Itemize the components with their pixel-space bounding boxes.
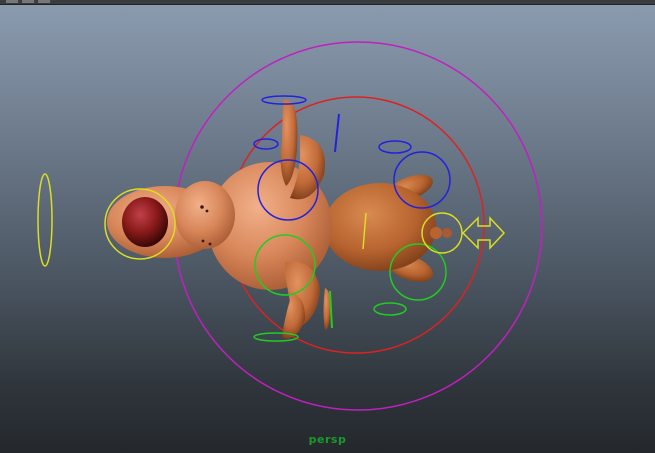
dog-ear-right[interactable] [282,261,331,339]
right-spine-control[interactable] [329,290,333,329]
dog-ear-left[interactable] [280,99,325,200]
side-loop-control[interactable] [37,173,53,267]
maya-perspective-viewport[interactable]: persp [0,0,655,453]
camera-label: persp [308,433,347,446]
scene-render[interactable] [0,0,655,453]
right-paw-control[interactable] [373,302,407,316]
left-spine-control[interactable] [334,113,340,153]
dog-back-body[interactable] [324,169,452,287]
left-paw-control[interactable] [378,140,412,154]
dog-nose[interactable] [122,197,168,247]
